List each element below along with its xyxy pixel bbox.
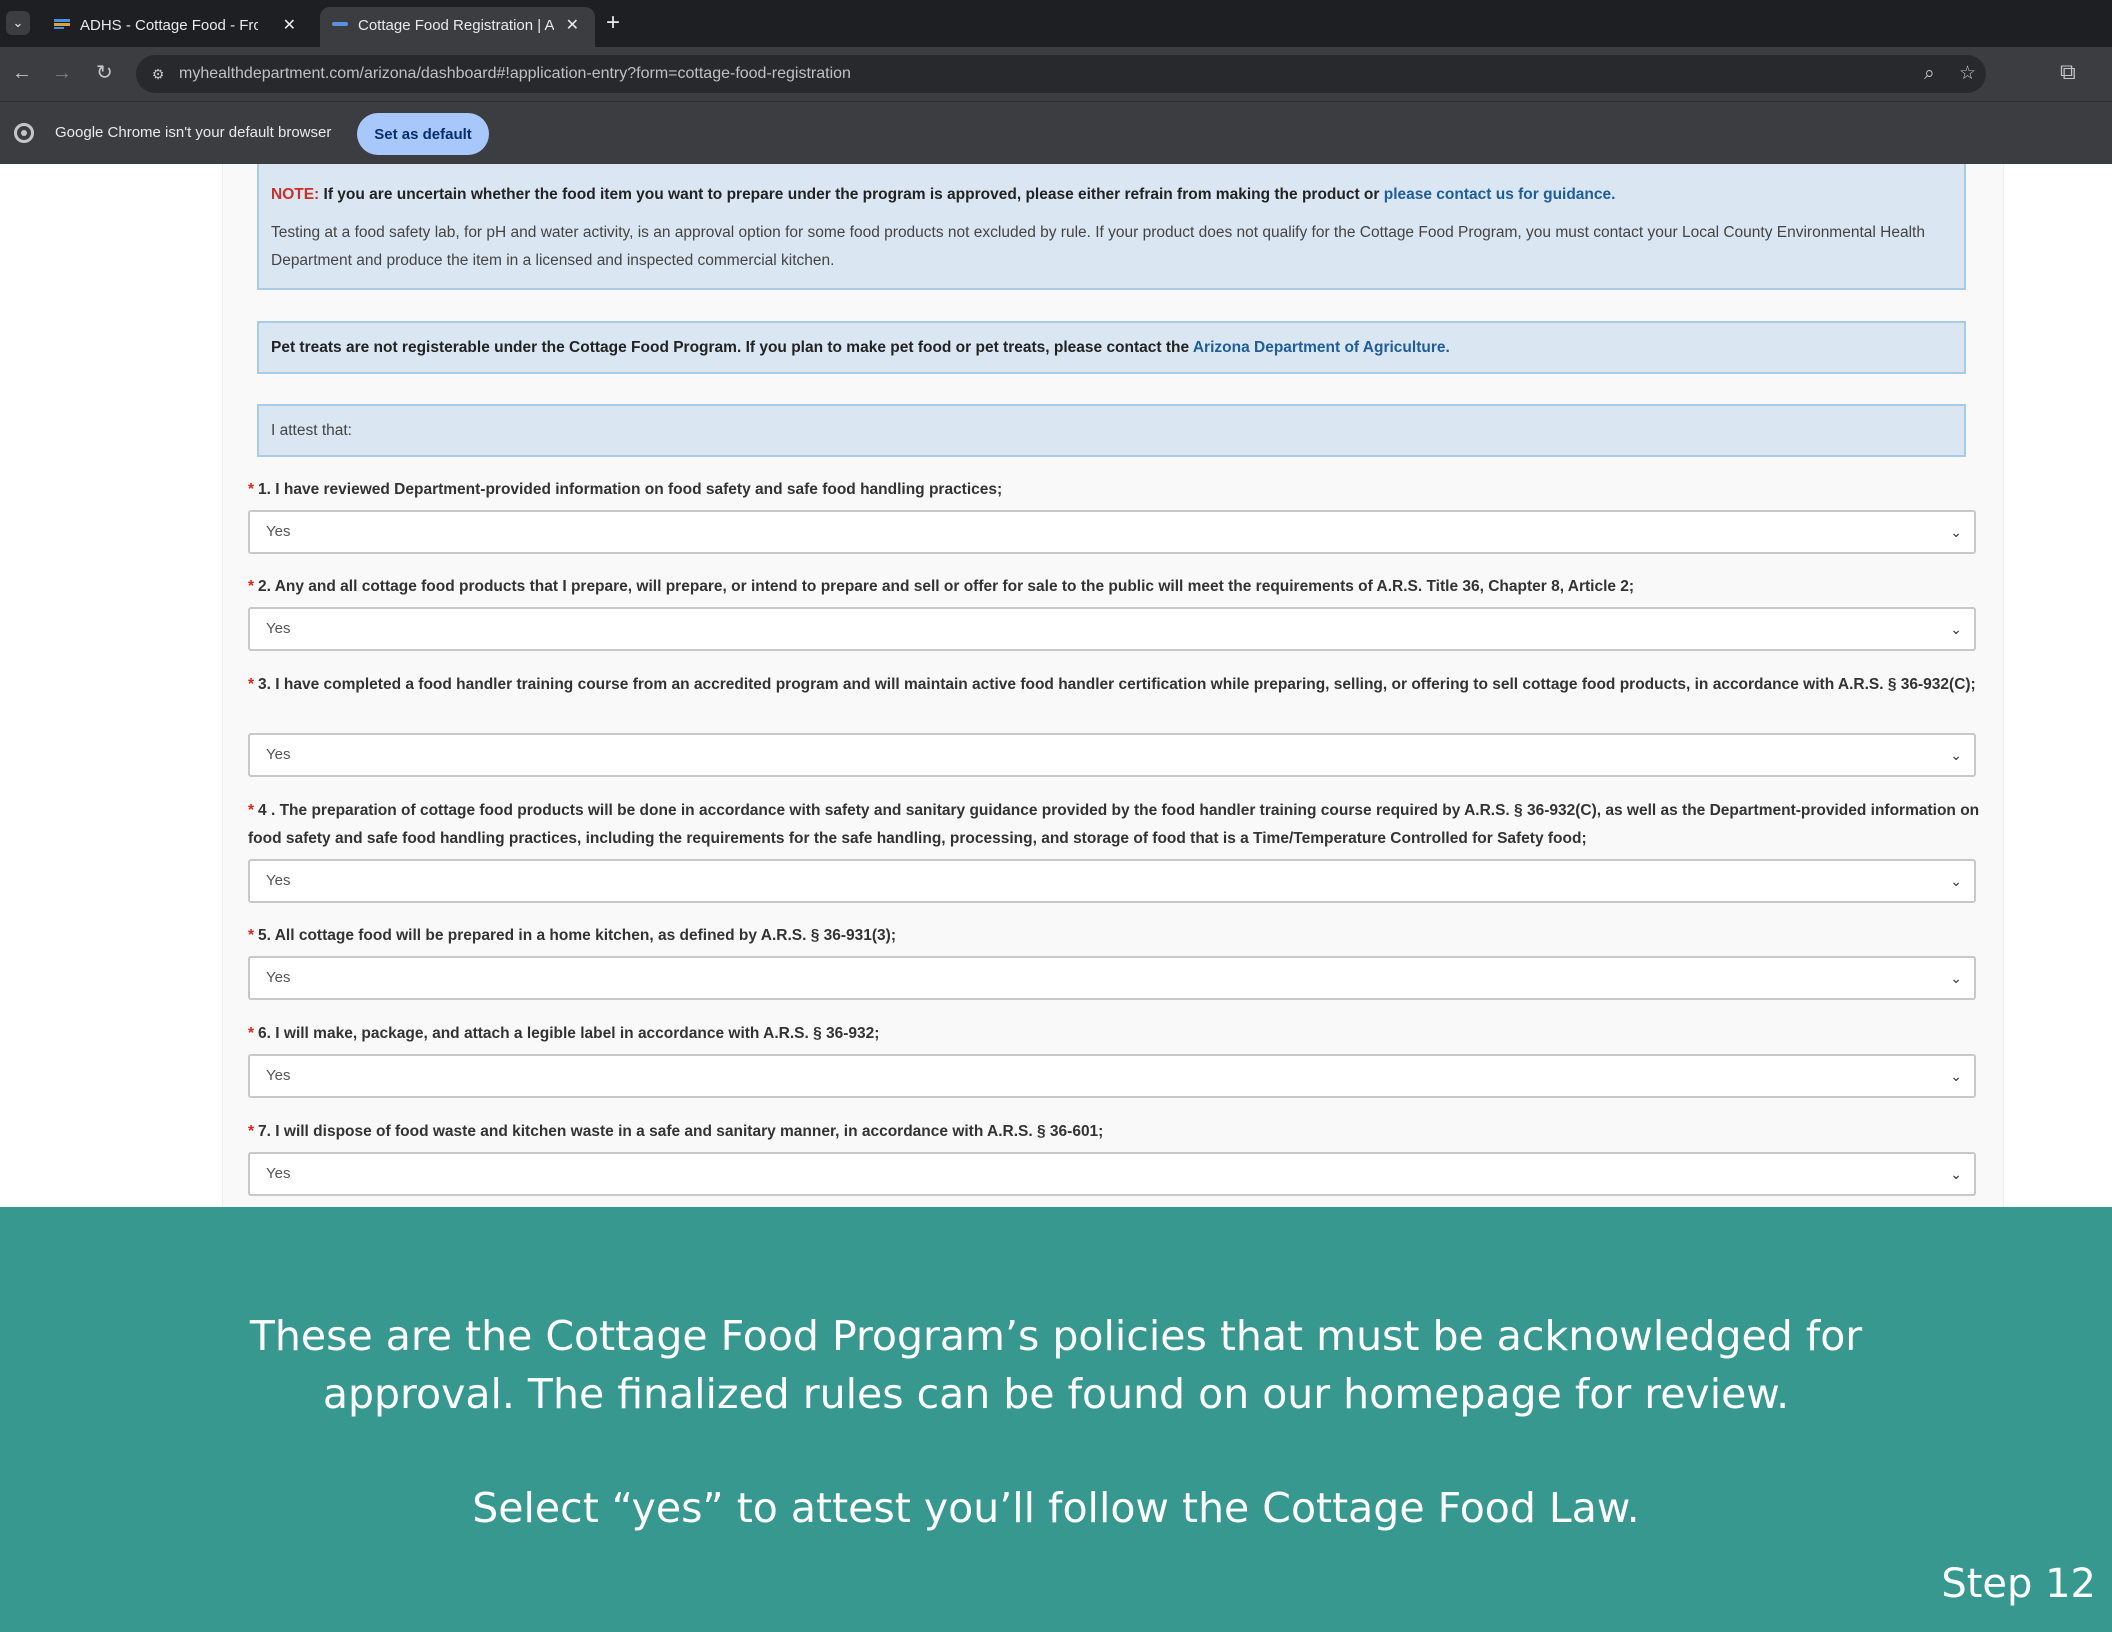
chevron-down-icon: ⌄ — [1950, 970, 1962, 986]
browser-tab-strip: ⌄ ADHS - Cottage Food - Frosting ✕ Cotta… — [0, 0, 2112, 47]
infobar-message: Google Chrome isn't your default browser — [55, 124, 332, 141]
default-browser-infobar: Google Chrome isn't your default browser… — [0, 101, 2112, 164]
reload-icon[interactable]: ↻ — [96, 60, 113, 86]
select-value: Yes — [266, 523, 291, 540]
question-text: 4 . The preparation of cottage food prod… — [248, 802, 1980, 847]
address-bar[interactable]: ⚙ myhealthdepartment.com/arizona/dashboa… — [136, 55, 1986, 93]
forward-arrow-icon[interactable]: → — [52, 60, 72, 86]
chevron-down-icon: ⌄ — [1950, 1068, 1962, 1084]
chevron-down-icon: ⌄ — [1950, 524, 1962, 540]
question-7-label: * 7. I will dispose of food waste and kit… — [248, 1118, 1988, 1146]
select-value: Yes — [266, 872, 291, 889]
question-text: 5. All cottage food will be prepared in … — [258, 927, 896, 944]
adhs-favicon-icon — [54, 19, 70, 29]
question-text: 3. I have completed a food handler train… — [258, 676, 1976, 693]
tab-search-chevron-icon[interactable]: ⌄ — [6, 11, 30, 35]
tab-adhs-cottage-food[interactable]: ADHS - Cottage Food - Frosting ✕ — [42, 7, 312, 47]
question-text: 1. I have reviewed Department-provided i… — [258, 481, 1003, 498]
testing-text: Testing at a food safety lab, for pH and… — [271, 224, 1925, 269]
question-text: 2. Any and all cottage food products tha… — [258, 578, 1635, 595]
chevron-down-icon: ⌄ — [1950, 747, 1962, 763]
contact-us-link[interactable]: please contact us for guidance. — [1384, 186, 1616, 203]
extensions-puzzle-icon[interactable]: ⧉ — [2060, 59, 2076, 85]
question-5-label: * 5. All cottage food will be prepared in… — [248, 922, 1988, 950]
question-7-select[interactable]: Yes ⌄ — [248, 1152, 1976, 1196]
mhd-favicon-icon — [332, 22, 348, 26]
url-text[interactable]: myhealthdepartment.com/arizona/dashboard… — [179, 55, 851, 93]
tab-close-icon[interactable]: ✕ — [566, 9, 579, 43]
page-viewport: NOTE: If you are uncertain whether the f… — [0, 164, 2112, 1207]
select-value: Yes — [266, 1165, 291, 1182]
attest-intro-box: I attest that: — [257, 404, 1966, 457]
tab-close-icon[interactable]: ✕ — [283, 9, 296, 43]
required-marker: * — [248, 676, 255, 693]
browser-toolbar: ← → ↻ ⚙ myhealthdepartment.com/arizona/d… — [0, 47, 2112, 101]
required-marker: * — [248, 1025, 255, 1042]
instruction-banner: These are the Cottage Food Program’s pol… — [0, 1207, 2112, 1632]
required-marker: * — [248, 927, 255, 944]
note-line: NOTE: If you are uncertain whether the f… — [271, 182, 1952, 208]
select-value: Yes — [266, 1067, 291, 1084]
pet-treats-text: Pet treats are not registerable under th… — [271, 339, 1193, 356]
select-value: Yes — [266, 969, 291, 986]
required-marker: * — [248, 481, 255, 498]
tab-cottage-food-registration[interactable]: Cottage Food Registration | Arizona ✕ — [320, 7, 595, 47]
note-text: If you are uncertain whether the food it… — [319, 186, 1384, 203]
caption-line-1: These are the Cottage Food Program’s pol… — [249, 1312, 1863, 1360]
zoom-magnifier-icon[interactable]: ⌕ — [1924, 61, 1935, 87]
question-6-select[interactable]: Yes ⌄ — [248, 1054, 1976, 1098]
select-value: Yes — [266, 620, 291, 637]
tab-title: Cottage Food Registration | Arizona — [358, 17, 554, 34]
required-marker: * — [248, 578, 255, 595]
question-2-label: * 2. Any and all cottage food products th… — [248, 573, 1988, 601]
caption-line-2: approval. The finalized rules can be fou… — [322, 1370, 1790, 1418]
bookmark-star-icon[interactable]: ☆ — [1959, 61, 1976, 87]
required-marker: * — [248, 802, 255, 819]
tab-title: ADHS - Cottage Food - Frosting — [80, 17, 258, 34]
question-text: 6. I will make, package, and attach a le… — [258, 1025, 880, 1042]
back-arrow-icon[interactable]: ← — [12, 60, 32, 86]
question-6-label: * 6. I will make, package, and attach a l… — [248, 1020, 1988, 1048]
note-box: NOTE: If you are uncertain whether the f… — [257, 164, 1966, 290]
pet-treats-box: Pet treats are not registerable under th… — [257, 321, 1966, 374]
chevron-down-icon: ⌄ — [1950, 873, 1962, 889]
chevron-down-icon: ⌄ — [1950, 1166, 1962, 1182]
question-4-select[interactable]: Yes ⌄ — [248, 859, 1976, 903]
question-1-select[interactable]: Yes ⌄ — [248, 510, 1976, 554]
new-tab-plus-icon[interactable]: + — [606, 8, 620, 38]
question-text: 7. I will dispose of food waste and kitc… — [258, 1123, 1104, 1140]
question-4-label: * 4 . The preparation of cottage food pro… — [248, 797, 1988, 853]
question-1-label: * 1. I have reviewed Department-provided … — [248, 476, 1988, 504]
note-label: NOTE: — [271, 186, 320, 203]
chrome-logo-icon — [14, 123, 34, 143]
site-info-icon[interactable]: ⚙ — [147, 63, 169, 85]
step-number: Step 12 — [1941, 1561, 2096, 1607]
required-marker: * — [248, 1123, 255, 1140]
set-as-default-button[interactable]: Set as default — [357, 113, 489, 155]
select-value: Yes — [266, 746, 291, 763]
attest-intro-text: I attest that: — [271, 422, 352, 439]
caption-line-3: Select “yes” to attest you’ll follow the… — [472, 1484, 1640, 1532]
arizona-agriculture-link[interactable]: Arizona Department of Agriculture. — [1193, 339, 1450, 356]
question-3-select[interactable]: Yes ⌄ — [248, 733, 1976, 777]
question-3-label: * 3. I have completed a food handler trai… — [248, 671, 1988, 699]
chevron-down-icon: ⌄ — [1950, 621, 1962, 637]
question-5-select[interactable]: Yes ⌄ — [248, 956, 1976, 1000]
question-2-select[interactable]: Yes ⌄ — [248, 607, 1976, 651]
